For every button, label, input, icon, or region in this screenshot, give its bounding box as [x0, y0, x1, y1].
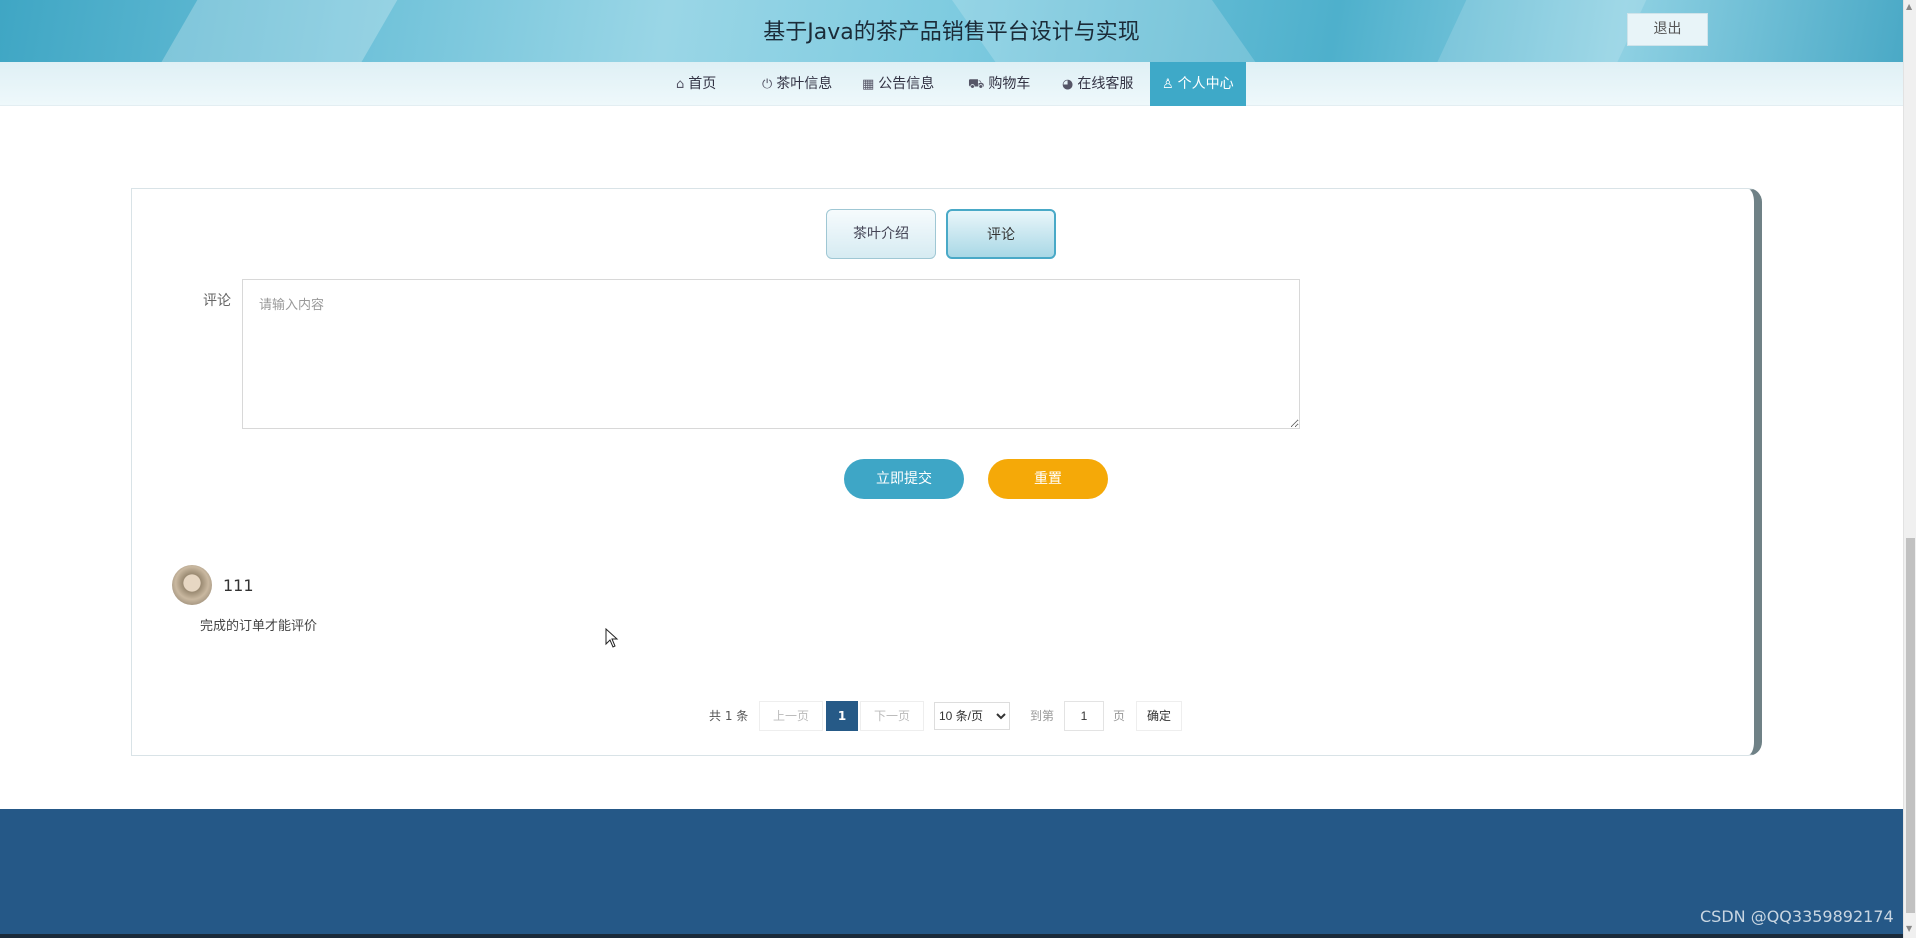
cart-icon: ⛟ [968, 77, 985, 92]
pager-confirm-button[interactable]: 确定 [1136, 701, 1182, 731]
pager-page-unit: 页 [1113, 709, 1126, 723]
nav-item-support[interactable]: ◕ 在线客服 [1062, 62, 1133, 106]
nav-item-cart[interactable]: ⛟ 购物车 [968, 62, 1030, 106]
site-header: 基于Java的茶产品销售平台设计与实现 退出 [0, 0, 1903, 62]
nav-item-label: 个人中心 [1177, 76, 1234, 92]
pager-goto-input[interactable] [1064, 701, 1104, 731]
scroll-up-arrow-icon[interactable]: ▲ [1906, 2, 1912, 11]
pager-next-button[interactable]: 下一页 [860, 701, 924, 731]
calendar-icon: ▦ [862, 77, 875, 92]
pager-current-page[interactable]: 1 [826, 701, 858, 731]
page-size-select[interactable]: 10 条/页 [934, 702, 1010, 730]
comment-textarea[interactable] [242, 279, 1300, 429]
nav-item-label: 购物车 [988, 76, 1031, 92]
nav-item-label: 茶叶信息 [776, 76, 833, 92]
comment-field-label: 评论 [203, 293, 231, 309]
home-icon: ⌂ [676, 77, 685, 92]
avatar [172, 565, 212, 605]
pager-total: 共 1 条 [709, 709, 749, 723]
watermark: CSDN @QQ3359892174 [1700, 907, 1894, 926]
power-icon: ⏻ [762, 77, 773, 92]
tab-comments[interactable]: 评论 [946, 209, 1056, 259]
site-footer [0, 809, 1903, 938]
user-icon: ♙ [1162, 77, 1174, 92]
page-scrollbar[interactable]: ▲ ▼ [1903, 0, 1916, 938]
comment-username: 111 [223, 576, 254, 595]
nav-item-notices[interactable]: ▦ 公告信息 [862, 62, 934, 106]
taskbar-strip [0, 934, 1903, 938]
scroll-down-arrow-icon[interactable]: ▼ [1906, 924, 1912, 933]
main-nav: ⌂ 首页 ⏻ 茶叶信息 ▦ 公告信息 ⛟ 购物车 ◕ 在线客服 ♙ 个人中心 [0, 62, 1903, 106]
comment-text: 完成的订单才能评价 [200, 619, 318, 634]
logout-button[interactable]: 退出 [1627, 13, 1708, 46]
pager-goto-label: 到第 [1030, 709, 1055, 723]
reset-button[interactable]: 重置 [988, 459, 1108, 499]
nav-item-home[interactable]: ⌂ 首页 [676, 62, 716, 106]
nav-item-label: 在线客服 [1077, 76, 1134, 92]
tab-tea-intro[interactable]: 茶叶介绍 [826, 209, 936, 259]
nav-item-label: 首页 [688, 76, 717, 92]
nav-item-tea-info[interactable]: ⏻ 茶叶信息 [762, 62, 832, 106]
support-icon: ◕ [1062, 77, 1074, 92]
site-title: 基于Java的茶产品销售平台设计与实现 [763, 20, 1140, 45]
nav-item-label: 公告信息 [878, 76, 935, 92]
nav-item-personal-center[interactable]: ♙ 个人中心 [1150, 62, 1246, 106]
submit-button[interactable]: 立即提交 [844, 459, 964, 499]
pager-prev-button[interactable]: 上一页 [759, 701, 823, 731]
scroll-thumb[interactable] [1906, 538, 1915, 913]
